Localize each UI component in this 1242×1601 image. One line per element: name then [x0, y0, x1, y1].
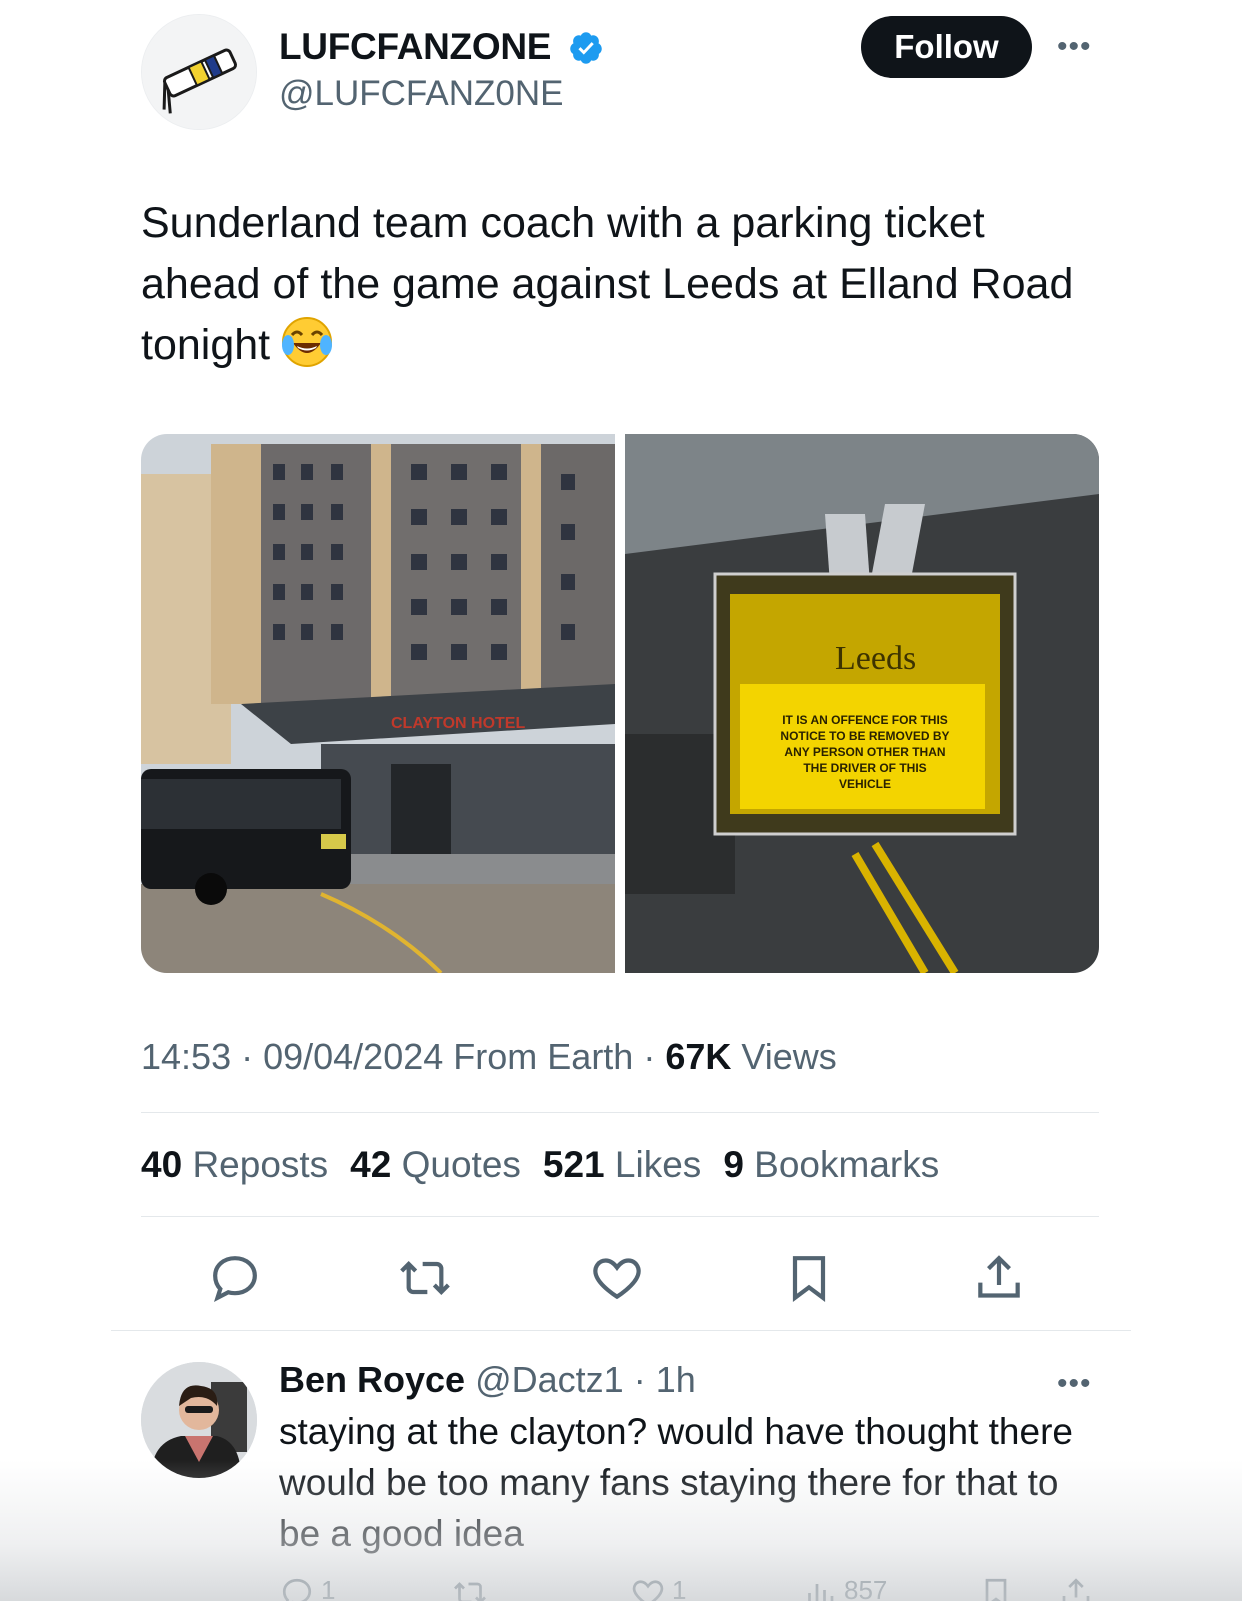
- svg-text:NOTICE TO BE REMOVED BY: NOTICE TO BE REMOVED BY: [780, 729, 949, 743]
- account-name[interactable]: LUFCFANZONE: [279, 26, 551, 68]
- share-icon: [978, 1255, 1020, 1298]
- tweet-date[interactable]: 09/04/2024: [263, 1036, 443, 1077]
- reply-bookmark-button[interactable]: [978, 1575, 1014, 1601]
- follow-button[interactable]: Follow: [861, 16, 1032, 78]
- tweet-text: Sunderland team coach with a parking tic…: [141, 193, 1101, 376]
- repost-icon: [454, 1582, 486, 1601]
- verified-badge-icon: [570, 32, 602, 64]
- reply-author-name[interactable]: Ben Royce: [279, 1359, 465, 1400]
- tweet-time[interactable]: 14:53: [141, 1036, 231, 1077]
- quotes-stat[interactable]: 42 Quotes: [350, 1144, 521, 1186]
- share-icon: [1062, 1578, 1090, 1601]
- reply-actions: 1 1 857: [0, 1575, 1242, 1601]
- reply-icon: [213, 1256, 257, 1303]
- bookmark-button[interactable]: [781, 1250, 837, 1306]
- like-button[interactable]: [589, 1250, 645, 1306]
- svg-text:CLAYTON HOTEL: CLAYTON HOTEL: [391, 715, 525, 732]
- reply-author-handle[interactable]: @Dactz1: [475, 1359, 624, 1400]
- tweet-media[interactable]: CLAYTON HOTEL Leeds IT IS AN OFFENCE FOR…: [141, 434, 1099, 973]
- reposts-stat[interactable]: 40 Reposts: [141, 1144, 328, 1186]
- svg-text:ANY PERSON OTHER THAN: ANY PERSON OTHER THAN: [784, 745, 945, 759]
- svg-text:THE DRIVER OF THIS: THE DRIVER OF THIS: [803, 761, 926, 775]
- reply-share-button[interactable]: [1058, 1575, 1094, 1601]
- hotel-photo[interactable]: CLAYTON HOTEL: [141, 434, 615, 973]
- reply-like-button[interactable]: 1: [630, 1575, 686, 1601]
- reply-reply-button[interactable]: 1: [279, 1575, 335, 1601]
- tweet-stats: 40 Reposts 42 Quotes 521 Likes 9 Bookmar…: [141, 1144, 939, 1186]
- reply-header: Ben Royce @Dactz1 · 1h: [279, 1359, 696, 1400]
- divider: [111, 1330, 1131, 1331]
- views-label: Views: [741, 1036, 837, 1077]
- svg-text:Leeds: Leeds: [835, 640, 916, 677]
- svg-text:IT IS AN OFFENCE FOR THIS: IT IS AN OFFENCE FOR THIS: [782, 713, 948, 727]
- reply-views-button[interactable]: 857: [802, 1575, 887, 1601]
- repost-icon: [400, 1261, 450, 1295]
- reply-icon: [282, 1578, 312, 1601]
- face-with-tears-of-joy-icon: [282, 317, 333, 367]
- reply-text: staying at the clayton? would have thoug…: [279, 1411, 1073, 1554]
- repost-button[interactable]: [397, 1250, 453, 1306]
- heart-icon: [632, 1580, 664, 1601]
- share-button[interactable]: [971, 1250, 1027, 1306]
- reply-button[interactable]: [207, 1250, 263, 1306]
- svg-text:VEHICLE: VEHICLE: [839, 777, 891, 791]
- heart-icon: [593, 1258, 641, 1300]
- account-handle[interactable]: @LUFCFANZ0NE: [279, 74, 563, 114]
- parking-ticket-photo[interactable]: Leeds IT IS AN OFFENCE FOR THIS NOTICE T…: [625, 434, 1099, 973]
- tweet-meta: 14:53 · 09/04/2024 From Earth · 67K View…: [141, 1036, 837, 1077]
- more-options-icon[interactable]: •••: [1057, 32, 1092, 62]
- reply-more-options-icon[interactable]: •••: [1057, 1369, 1092, 1399]
- reply-like-count: 1: [672, 1575, 687, 1601]
- reply-views-count: 857: [844, 1575, 888, 1601]
- likes-stat[interactable]: 521 Likes: [543, 1144, 701, 1186]
- views-count: 67K: [665, 1036, 732, 1077]
- reply-repost-button[interactable]: [452, 1575, 488, 1601]
- account-avatar[interactable]: [141, 14, 257, 130]
- reply-avatar[interactable]: [141, 1362, 257, 1478]
- scarf-logo-icon: [142, 15, 256, 129]
- tweet-source: From Earth: [453, 1036, 634, 1077]
- bookmark-icon: [985, 1578, 1007, 1601]
- bookmarks-stat[interactable]: 9 Bookmarks: [723, 1144, 939, 1186]
- divider: [141, 1216, 1099, 1217]
- divider: [141, 1112, 1099, 1113]
- reply-time[interactable]: 1h: [656, 1359, 696, 1400]
- reply-reply-count: 1: [321, 1575, 336, 1601]
- person-avatar-icon: [141, 1362, 257, 1478]
- views-chart-icon: [808, 1584, 834, 1601]
- bookmark-icon: [792, 1256, 826, 1303]
